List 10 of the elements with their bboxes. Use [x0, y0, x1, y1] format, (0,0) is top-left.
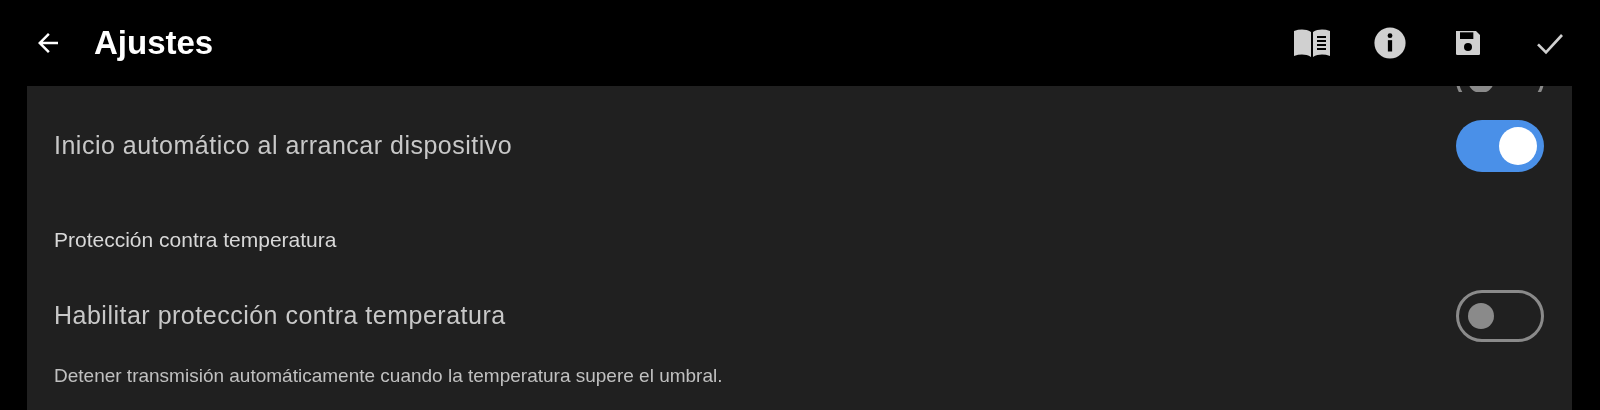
toggle-switch[interactable] [1456, 289, 1544, 342]
screen-title: Ajustes [94, 23, 214, 64]
setting-label: Inicio automático al arrancar dispositivo [54, 130, 513, 162]
section-header: Protección contra temperatura [54, 227, 337, 253]
info-icon [1373, 26, 1407, 60]
toggle-switch[interactable] [1456, 86, 1544, 92]
setting-label: Habilitar protección contra temperatura [54, 299, 506, 331]
book-icon [1293, 28, 1331, 58]
toggle-switch[interactable] [1456, 120, 1544, 172]
setting-description: Detener transmisión automáticamente cuando la temperatura supere el umbral. [53, 363, 723, 388]
